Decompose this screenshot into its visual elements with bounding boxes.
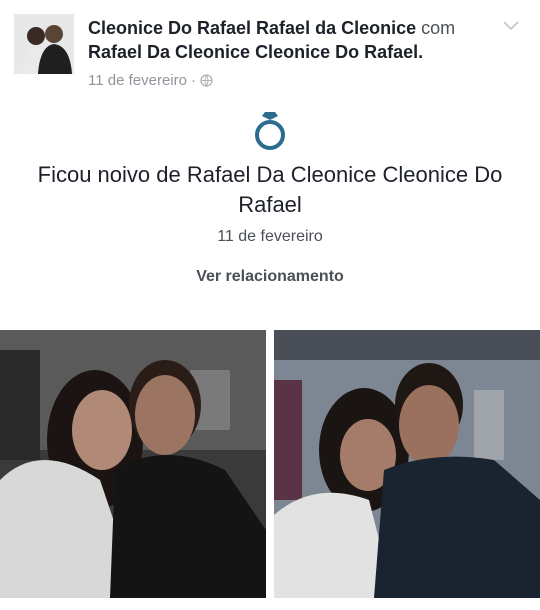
couple-photo-2[interactable]	[274, 330, 540, 598]
feed-post: Cleonice Do Rafael Rafael da Cleonice co…	[0, 0, 540, 610]
globe-icon	[200, 74, 213, 87]
couple-photo-1[interactable]	[0, 330, 266, 598]
avatar-image	[14, 14, 74, 74]
meta-separator: ·	[190, 72, 196, 89]
avatar[interactable]	[14, 14, 74, 74]
post-meta: 11 de fevereiro ·	[88, 72, 213, 89]
see-relationship-link[interactable]: Ver relacionamento	[196, 268, 344, 286]
photo-grid	[0, 330, 540, 598]
tagged-name[interactable]: Rafael Da Cleonice Cleonice Do Rafael.	[88, 42, 423, 62]
life-event: Ficou noivo de Rafael Da Cleonice Cleoni…	[0, 108, 540, 286]
ring-icon	[255, 112, 285, 150]
author-name[interactable]: Cleonice Do Rafael Rafael da Cleonice	[88, 18, 416, 38]
post-date[interactable]: 11 de fevereiro	[88, 72, 187, 89]
post-title: Cleonice Do Rafael Rafael da Cleonice co…	[88, 16, 508, 64]
event-date: 11 de fevereiro	[217, 228, 323, 245]
post-header: Cleonice Do Rafael Rafael da Cleonice co…	[14, 14, 530, 94]
with-connector: com	[421, 18, 456, 38]
chevron-down-icon[interactable]	[502, 18, 520, 32]
event-title: Ficou noivo de Rafael Da Cleonice Cleoni…	[37, 162, 503, 217]
